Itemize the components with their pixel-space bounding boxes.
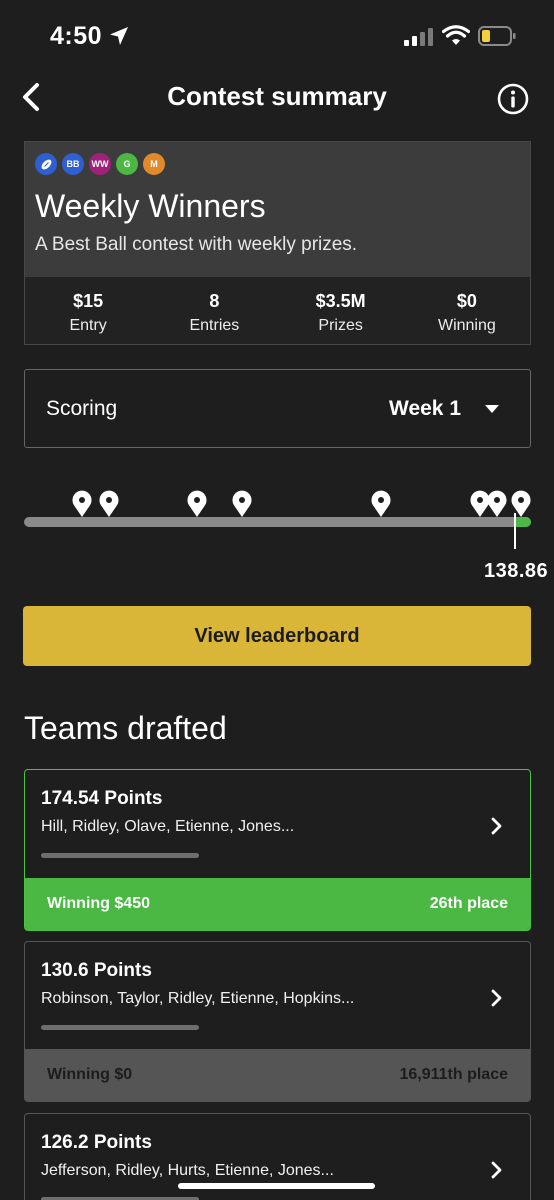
selected-week: Week 1 [389, 397, 461, 420]
stat-entries: 8 Entries [151, 277, 277, 345]
chevron-right-icon [491, 817, 502, 835]
contest-badges: BB WW G M [35, 153, 165, 175]
stat-label: Entry [69, 317, 107, 334]
team-players: Jefferson, Ridley, Hurts, Etienne, Jones… [41, 1162, 334, 1179]
caret-down-icon [485, 405, 499, 413]
team-place: 16,911th place [399, 1066, 508, 1083]
teams-drafted-heading: Teams drafted [24, 710, 227, 746]
progress-track [24, 517, 531, 527]
map-pin-icon [99, 490, 119, 517]
team-winning: Winning $450 [47, 895, 150, 912]
scoring-week-dropdown[interactable]: Scoring Week 1 [24, 369, 531, 448]
current-score: 138.86 [484, 560, 549, 582]
chevron-right-icon [491, 989, 502, 1007]
football-badge-icon [35, 153, 57, 175]
stat-label: Winning [437, 317, 496, 334]
progress-fill [515, 517, 531, 527]
map-pin-icon [487, 490, 507, 517]
stat-winning: $0 Winning [404, 277, 530, 345]
team-points: 126.2 Points [41, 1132, 152, 1153]
team-place: 26th place [429, 895, 508, 912]
wifi-icon [442, 25, 470, 45]
cellular-signal-icon [404, 28, 433, 46]
location-arrow-icon [110, 27, 128, 45]
team-progress-bar [41, 853, 199, 858]
stat-label: Prizes [318, 317, 363, 334]
team-result-footer: Winning $0 16,911th place [25, 1049, 530, 1101]
app-screen: 4:50 Contest summary BB WW G M Weekly Wi… [0, 0, 554, 1200]
page-title: Contest summary [167, 81, 387, 111]
battery-low-icon [478, 26, 516, 46]
chevron-right-icon [491, 1161, 502, 1179]
stat-value: $0 [456, 291, 477, 311]
contest-stats: $15 Entry 8 Entries $3.5M Prizes $0 Winn… [25, 277, 530, 345]
info-icon[interactable] [496, 82, 530, 116]
stat-entry: $15 Entry [25, 277, 151, 345]
status-time: 4:50 [50, 22, 103, 50]
map-pin-icon [72, 490, 92, 517]
team-result-footer: Winning $450 26th place [25, 878, 530, 930]
football-icon [41, 159, 51, 169]
status-bar: 4:50 [0, 0, 554, 70]
stat-label: Entries [189, 317, 240, 334]
stat-prizes: $3.5M Prizes [278, 277, 404, 345]
contest-card: BB WW G M Weekly Winners A Best Ball con… [24, 141, 531, 345]
team-points: 174.54 Points [41, 788, 163, 809]
map-pin-icon [187, 490, 207, 517]
team-players: Hill, Ridley, Olave, Etienne, Jones... [41, 818, 295, 835]
team-card[interactable]: 130.6 Points Robinson, Taylor, Ridley, E… [24, 941, 531, 1102]
team-card[interactable]: 174.54 Points Hill, Ridley, Olave, Etien… [24, 769, 531, 931]
view-leaderboard-button[interactable]: View leaderboard [23, 606, 531, 666]
stat-value: $3.5M [315, 291, 366, 311]
best-ball-badge: BB [62, 153, 84, 175]
stat-value: $15 [73, 291, 104, 311]
contest-header: BB WW G M Weekly Winners A Best Ball con… [25, 142, 530, 277]
current-score-marker [514, 513, 516, 549]
map-pin-icon [371, 490, 391, 517]
home-indicator[interactable] [178, 1183, 375, 1189]
contest-description: A Best Ball contest with weekly prizes. [35, 234, 358, 255]
contest-name: Weekly Winners [35, 188, 266, 224]
map-pin-icon [232, 490, 252, 517]
team-points: 130.6 Points [41, 960, 152, 981]
m-badge: M [143, 153, 165, 175]
team-players: Robinson, Taylor, Ridley, Etienne, Hopki… [41, 990, 355, 1007]
team-progress-bar [41, 1025, 199, 1030]
stat-value: 8 [209, 291, 220, 311]
weekly-winners-badge: WW [89, 153, 111, 175]
team-winning: Winning $0 [47, 1066, 133, 1083]
g-badge: G [116, 153, 138, 175]
scoring-label: Scoring [46, 397, 118, 420]
score-progress-track: 138.86 [0, 480, 554, 590]
